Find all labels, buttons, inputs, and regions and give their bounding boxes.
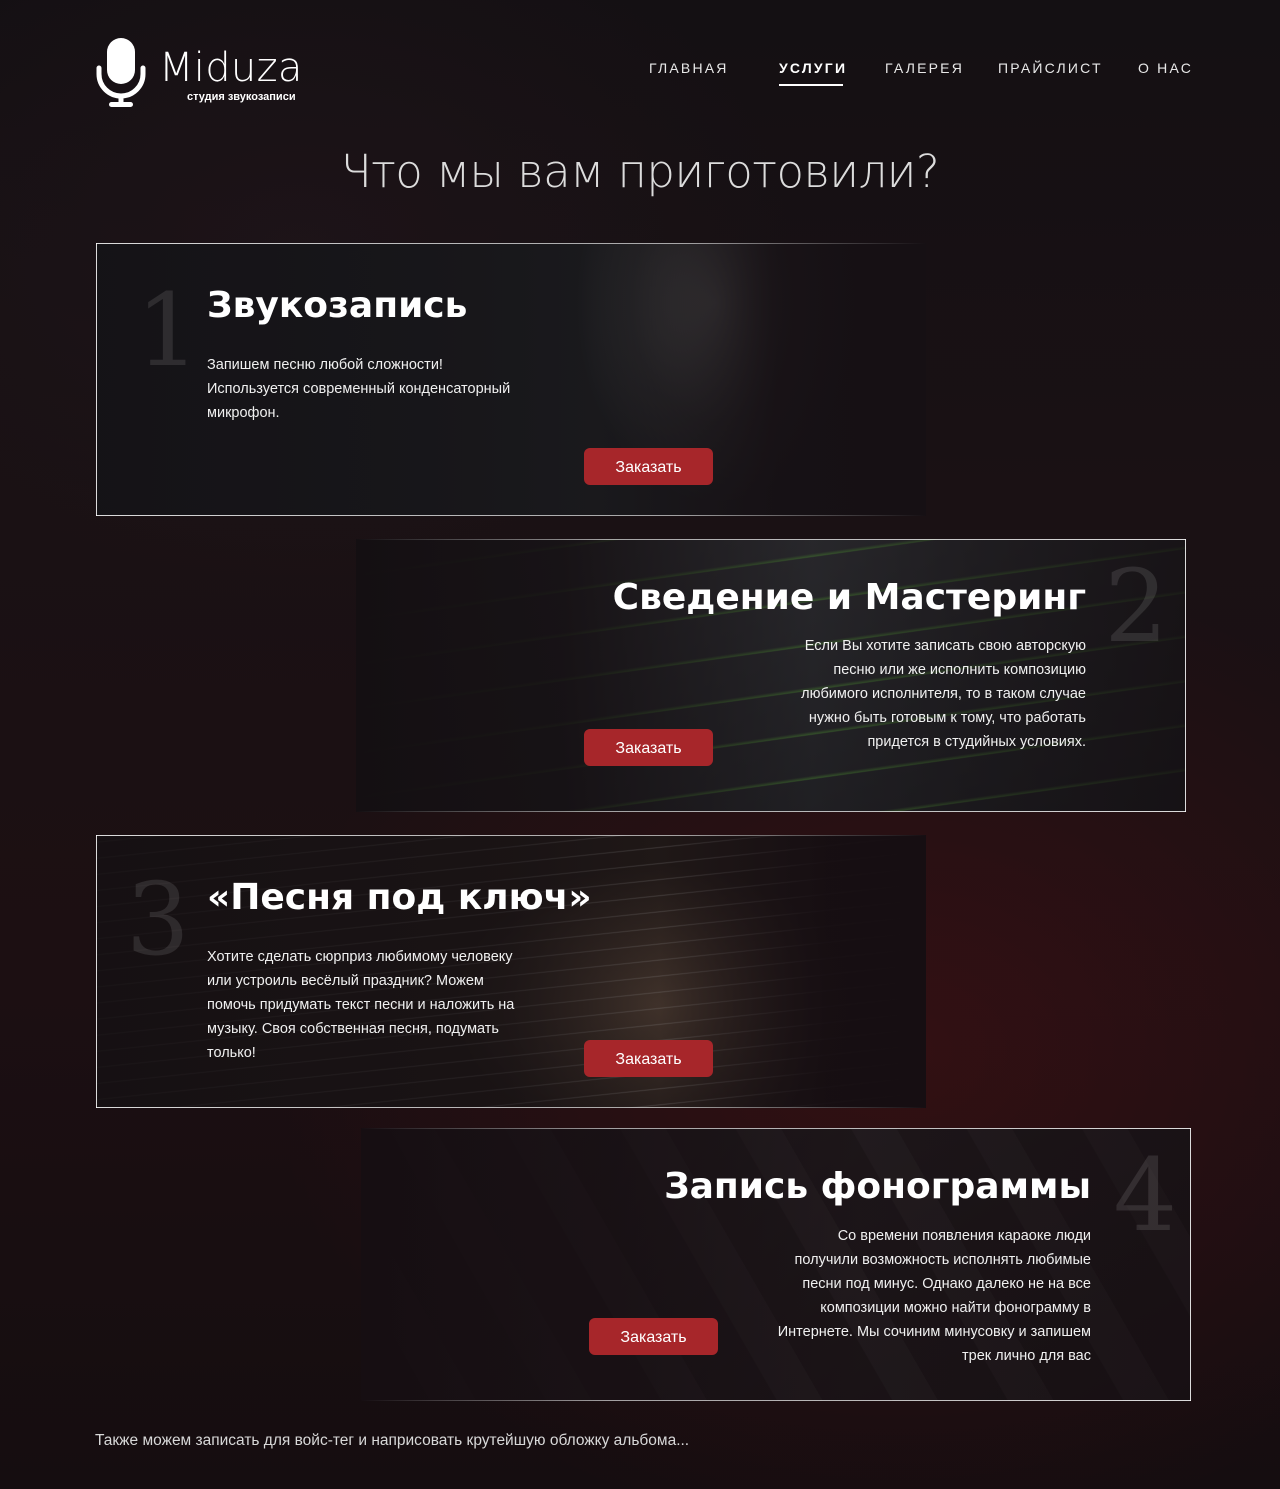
card-edge bbox=[96, 243, 926, 244]
card-edge bbox=[1190, 1128, 1191, 1401]
order-button[interactable]: Заказать bbox=[584, 1040, 713, 1077]
card-edge bbox=[356, 811, 1186, 812]
service-title: Звукозапись bbox=[207, 285, 468, 326]
footer-note: Также можем записать для войс-тег и напр… bbox=[95, 1432, 690, 1449]
page-title: Что мы вам приготовили? bbox=[340, 145, 940, 198]
nav-item-home[interactable]: ГЛАВНАЯ bbox=[649, 60, 729, 76]
service-number: 4 bbox=[1113, 1137, 1177, 1254]
nav-active-indicator bbox=[779, 84, 843, 86]
service-card-backing-track: 4 Запись фонограммы Со времени появления… bbox=[361, 1128, 1191, 1401]
service-number: 1 bbox=[136, 272, 200, 389]
service-title: Сведение и Мастеринг bbox=[612, 577, 1086, 618]
nav-item-pricelist[interactable]: ПРАЙСЛИСТ bbox=[998, 60, 1103, 76]
service-description: Если Вы хотите записать свою авторскую п… bbox=[801, 638, 1086, 750]
service-card-recording: 1 Звукозапись Запишем песню любой сложно… bbox=[96, 243, 926, 516]
main-nav: ГЛАВНАЯ УСЛУГИ ГАЛЕРЕЯ ПРАЙСЛИСТ О НАС bbox=[0, 60, 1280, 90]
nav-item-gallery[interactable]: ГАЛЕРЕЯ bbox=[885, 60, 964, 76]
service-number: 2 bbox=[1104, 548, 1168, 665]
service-description: Запишем песню любой сложности! Используе… bbox=[207, 357, 511, 421]
order-button[interactable]: Заказать bbox=[589, 1318, 718, 1355]
service-description: Хотите сделать сюрприз любимому человеку… bbox=[207, 949, 515, 1061]
order-button[interactable]: Заказать bbox=[584, 448, 713, 485]
card-edge bbox=[356, 539, 1186, 540]
card-edge bbox=[96, 835, 926, 836]
order-button[interactable]: Заказать bbox=[584, 729, 713, 766]
service-number: 3 bbox=[126, 861, 190, 978]
brand-subtitle: студия звукозаписи bbox=[187, 91, 296, 103]
nav-item-services[interactable]: УСЛУГИ bbox=[779, 60, 847, 76]
service-title: «Песня под ключ» bbox=[207, 877, 592, 918]
card-edge bbox=[361, 1128, 1191, 1129]
card-edge bbox=[96, 1107, 926, 1108]
card-edge bbox=[96, 515, 926, 516]
card-edge bbox=[96, 243, 97, 516]
card-edge bbox=[361, 1400, 1191, 1401]
nav-item-about[interactable]: О НАС bbox=[1138, 60, 1193, 76]
service-title: Запись фонограммы bbox=[664, 1166, 1091, 1207]
card-edge bbox=[1185, 539, 1186, 812]
service-card-mixing: 2 Сведение и Мастеринг Если Вы хотите за… bbox=[356, 539, 1186, 812]
service-card-turnkey-song: 3 «Песня под ключ» Хотите сделать сюрпри… bbox=[96, 835, 926, 1108]
service-description: Со времени появления караоке люди получи… bbox=[777, 1228, 1091, 1364]
card-edge bbox=[96, 835, 97, 1108]
